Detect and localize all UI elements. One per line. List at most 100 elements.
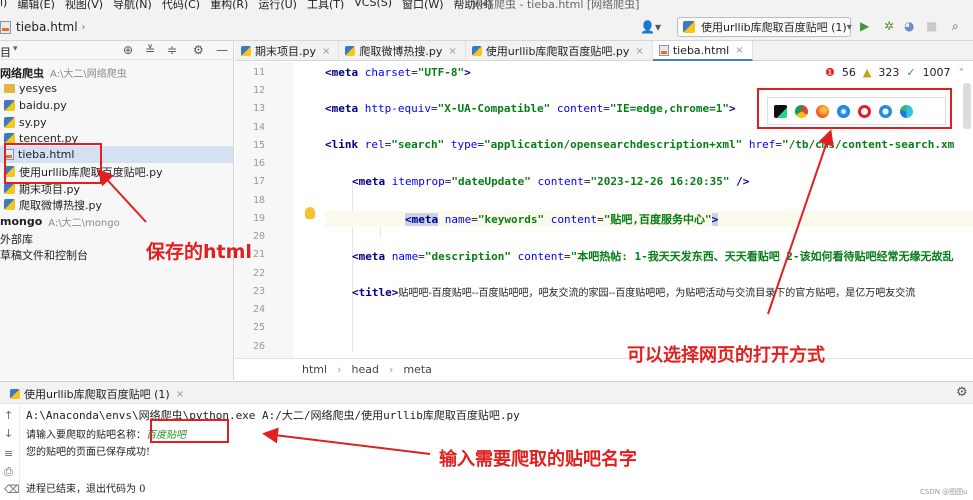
tree-item-scratches[interactable]: 草稿文件和控制台 — [0, 246, 88, 263]
chevron-up-icon[interactable]: ⌃ — [958, 68, 966, 78]
close-icon[interactable]: × — [322, 46, 330, 57]
hide-icon[interactable]: — — [216, 43, 228, 57]
line-number: 25 — [252, 322, 265, 333]
highlight-box-browsers — [757, 88, 952, 129]
tab-tieba-html[interactable]: tieba.html × — [652, 41, 753, 61]
menu-item-view[interactable]: 视图(V) — [65, 0, 103, 12]
html-file-icon — [0, 20, 11, 34]
expand-all-icon[interactable]: ≚ — [145, 43, 155, 57]
tree-item-file[interactable]: sy.py — [4, 114, 47, 131]
trash-icon[interactable]: ⌫ — [4, 483, 20, 496]
user-icon[interactable]: 👤▾ — [640, 20, 661, 34]
console-prompt: 请输入要爬取的贴吧名称： — [26, 430, 146, 441]
project-panel: 目 ▾ ⊕ ≚ ≑ ⚙ — 网络爬虫 A:\大二\网络爬虫 yesyes bai… — [0, 41, 234, 380]
arrow-down-icon[interactable]: ↓ — [4, 427, 13, 440]
tree-item-folder[interactable]: yesyes — [4, 80, 57, 97]
code-tag-end: > — [464, 66, 471, 79]
chevron-down-icon[interactable]: ▾ — [13, 44, 18, 54]
run-tab-label: 使用urllib库爬取百度贴吧 (1) — [24, 388, 170, 401]
tree-item-file[interactable]: 爬取微博热搜.py — [4, 196, 102, 213]
line-number: 15 — [252, 140, 265, 151]
project-panel-header: 目 ▾ ⊕ ≚ ≑ ⚙ — — [0, 41, 233, 60]
menu-item-edit[interactable]: 编辑(E) — [17, 0, 55, 12]
menu-item-refactor[interactable]: 重构(R) — [210, 0, 248, 12]
search-icon[interactable]: ⌕ — [952, 19, 959, 34]
tree-item-root[interactable]: 网络爬虫 A:\大二\网络爬虫 — [0, 64, 127, 81]
coverage-icon[interactable]: ◕ — [904, 19, 914, 33]
locate-icon[interactable]: ⊕ — [123, 43, 133, 57]
code-text: 贴吧吧-百度贴吧--百度贴吧吧，吧友交流的家园--百度贴吧吧，为贴吧活动与交流目… — [398, 288, 916, 299]
menu-bar: l) 编辑(E) 视图(V) 导航(N) 代码(C) 重构(R) 运行(U) 工… — [0, 0, 973, 13]
stop-icon[interactable]: ■ — [926, 19, 937, 33]
tree-item-file[interactable]: baidu.py — [4, 97, 67, 114]
debug-icon[interactable]: ✲ — [884, 19, 894, 33]
highlight-box-saved-file — [4, 143, 102, 184]
gear-icon[interactable]: ⚙ — [193, 43, 204, 57]
code-attr: rel — [364, 138, 385, 151]
code-value: "description" — [424, 250, 511, 263]
python-file-icon — [4, 199, 15, 210]
tree-item-root[interactable]: mongo A:\大二\mongo — [0, 213, 120, 230]
breadcrumb-item[interactable]: meta — [403, 363, 432, 376]
menu-item-run[interactable]: 运行(U) — [258, 0, 297, 12]
annotation-saved-html: 保存的html — [146, 241, 252, 263]
print-icon[interactable]: ⎙ — [4, 465, 13, 479]
gear-icon[interactable]: ⚙ — [956, 385, 968, 400]
tab-final-project[interactable]: 期末项目.py × — [235, 41, 340, 61]
menu-item[interactable]: l) — [0, 0, 7, 12]
tree-item-external-libraries[interactable]: 外部库 — [0, 230, 33, 247]
code-value: "dateUpdate" — [451, 175, 531, 188]
menu-item-navigate[interactable]: 导航(N) — [113, 0, 152, 12]
code-tag: <title> — [352, 286, 399, 299]
chevron-right-icon: › — [81, 21, 86, 33]
console-command-line: A:\Anaconda\envs\网络爬虫\python.exe A:/大二/网… — [26, 409, 520, 422]
collapse-all-icon[interactable]: ≑ — [167, 43, 177, 57]
inspection-widget[interactable]: ❶56 ▲323 ✓1007 ⌃ ⌄ — [825, 66, 973, 79]
code-attr: content — [550, 213, 598, 226]
code-tag: <meta — [352, 175, 386, 188]
chevron-right-icon: › — [337, 363, 342, 376]
tab-weibo[interactable]: 爬取微博热搜.py × — [339, 41, 466, 61]
vertical-scrollbar[interactable] — [963, 83, 971, 129]
menu-item-tools[interactable]: 工具(T) — [307, 0, 344, 12]
close-icon[interactable]: × — [448, 46, 456, 57]
code-attr: content — [537, 175, 584, 188]
menu-item-vcs[interactable]: VCS(S) — [354, 0, 392, 12]
tab-label: 期末项目.py — [255, 45, 316, 58]
tree-item-label: 外部库 — [0, 232, 33, 246]
breadcrumb-item[interactable]: head — [351, 363, 378, 376]
menu-item-code[interactable]: 代码(C) — [162, 0, 200, 12]
tab-urllib-tieba[interactable]: 使用urllib库爬取百度贴吧.py × — [466, 41, 653, 61]
close-icon[interactable]: × — [735, 45, 743, 56]
code-line-21: <meta name="description" content="本吧热帖: … — [352, 250, 954, 263]
code-tag: <link — [325, 138, 359, 151]
code-value: "本吧热帖: 1-我天天发东西、天天看贴吧 2-该如何看待贴吧经常无缘无故乱 — [570, 250, 954, 263]
python-file-icon — [241, 46, 251, 56]
menu-items: l) 编辑(E) 视图(V) 导航(N) 代码(C) 重构(R) 运行(U) 工… — [0, 0, 492, 12]
close-icon[interactable]: × — [635, 46, 643, 57]
run-tab[interactable]: 使用urllib库爬取百度贴吧 (1) × — [10, 386, 184, 402]
tree-item-label: 草稿文件和控制台 — [0, 248, 88, 262]
code-tag: <meta — [325, 102, 359, 115]
menu-item-window[interactable]: 窗口(W) — [402, 0, 443, 12]
code-tag: <meta — [325, 66, 359, 79]
python-file-icon — [4, 117, 15, 128]
nav-file-crumb[interactable]: tieba.html › — [0, 20, 86, 34]
line-number: 13 — [252, 103, 265, 114]
wrap-icon[interactable]: ≡ — [4, 447, 13, 460]
close-icon[interactable]: × — [176, 389, 184, 400]
line-number: 24 — [252, 304, 265, 315]
run-icon[interactable]: ▶ — [860, 19, 869, 33]
annotation-open-method: 可以选择网页的打开方式 — [627, 345, 825, 366]
folder-icon — [4, 84, 15, 93]
tree-item-label: mongo — [0, 215, 43, 228]
lightbulb-icon[interactable] — [305, 207, 315, 219]
arrow-up-icon[interactable]: ↑ — [4, 409, 13, 422]
navigation-bar: tieba.html › 👤▾ 使用urllib库爬取百度贴吧 (1) ▾ ▶ … — [0, 13, 973, 41]
breadcrumb-item[interactable]: html — [302, 363, 327, 376]
highlight-box-input — [150, 419, 229, 443]
code-attr: type — [450, 138, 478, 151]
code-attr: href — [748, 138, 776, 151]
run-configuration-select[interactable]: 使用urllib库爬取百度贴吧 (1) ▾ — [677, 17, 852, 37]
code-line-11: <meta charset="UTF-8"> — [325, 66, 471, 79]
